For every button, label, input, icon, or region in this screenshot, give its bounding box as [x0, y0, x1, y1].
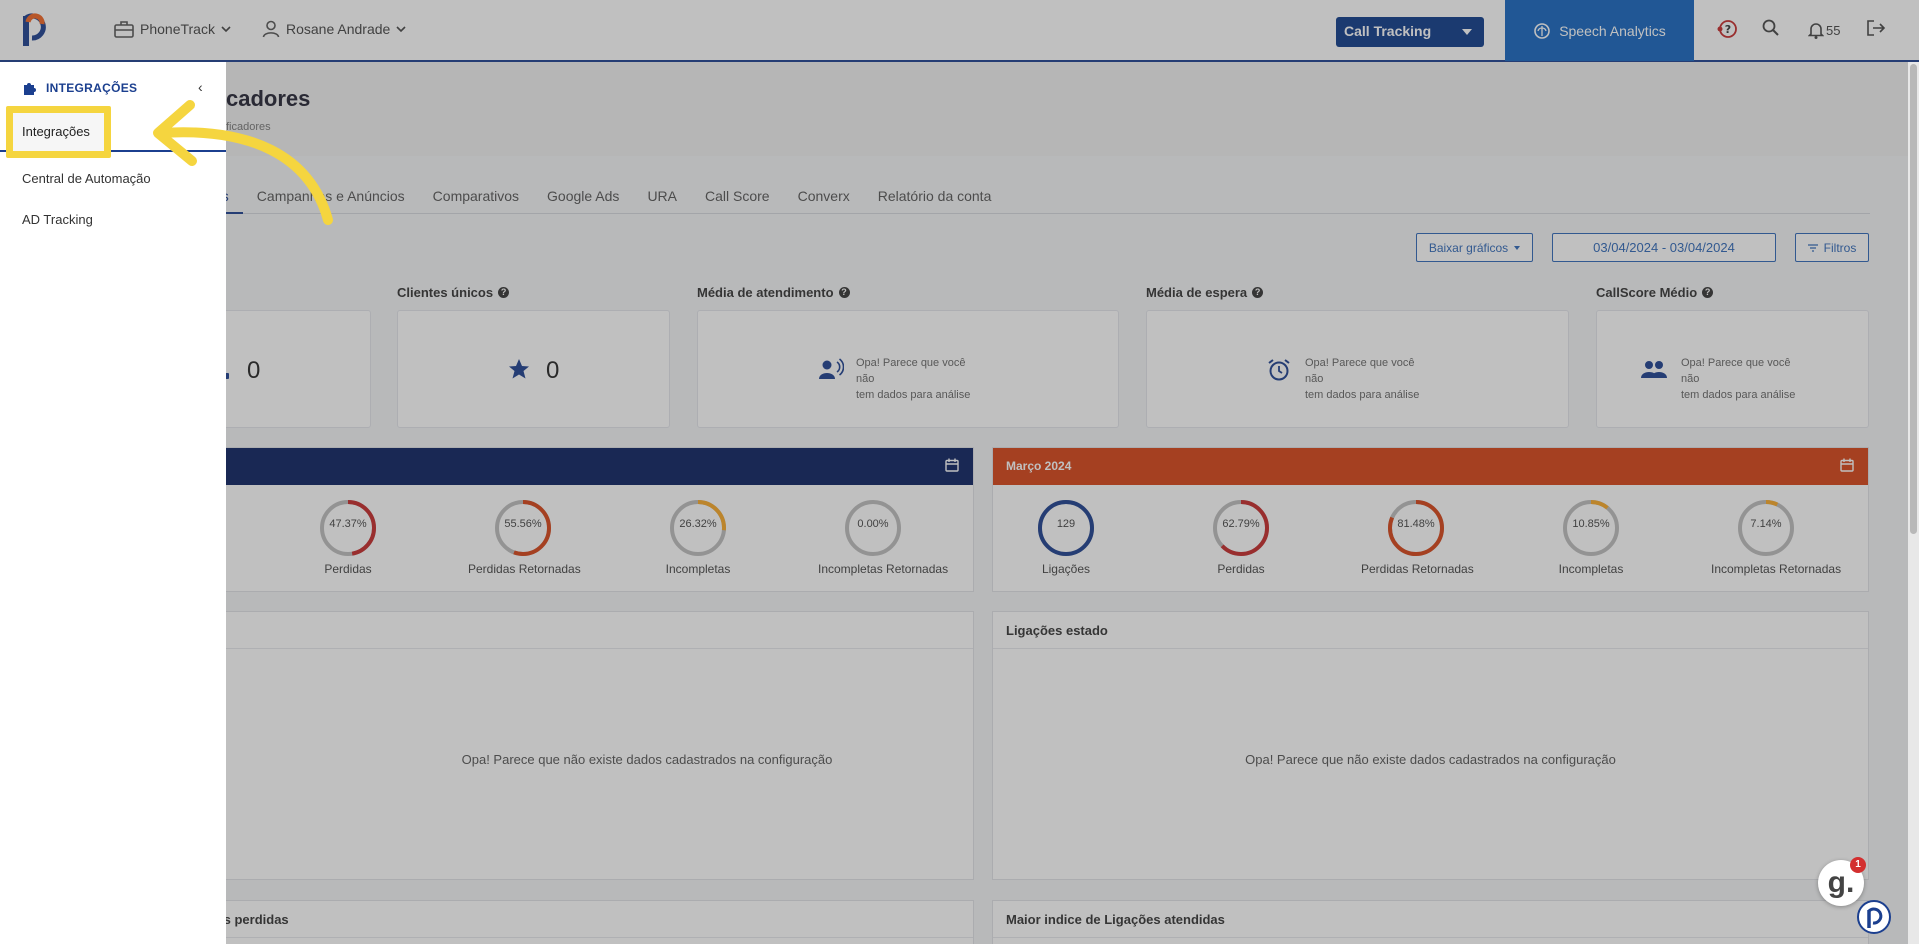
- sidebar-item-central-automacao[interactable]: Central de Automação: [22, 171, 151, 186]
- sidebar-header: INTEGRAÇÕES: [22, 80, 137, 96]
- sidebar-header-label: INTEGRAÇÕES: [46, 81, 138, 95]
- app-logo-icon: [1867, 907, 1883, 928]
- sidebar-item-ad-tracking[interactable]: AD Tracking: [22, 212, 93, 227]
- tutorial-highlight-box: [6, 106, 111, 158]
- tutorial-arrow-icon: [153, 100, 333, 225]
- scrollbar-thumb[interactable]: [1910, 64, 1917, 534]
- chat-widget-badge: 1: [1850, 857, 1866, 873]
- collapse-chevron-icon[interactable]: ‹: [198, 79, 203, 95]
- support-widget-button[interactable]: [1857, 900, 1891, 934]
- puzzle-icon: [24, 83, 36, 95]
